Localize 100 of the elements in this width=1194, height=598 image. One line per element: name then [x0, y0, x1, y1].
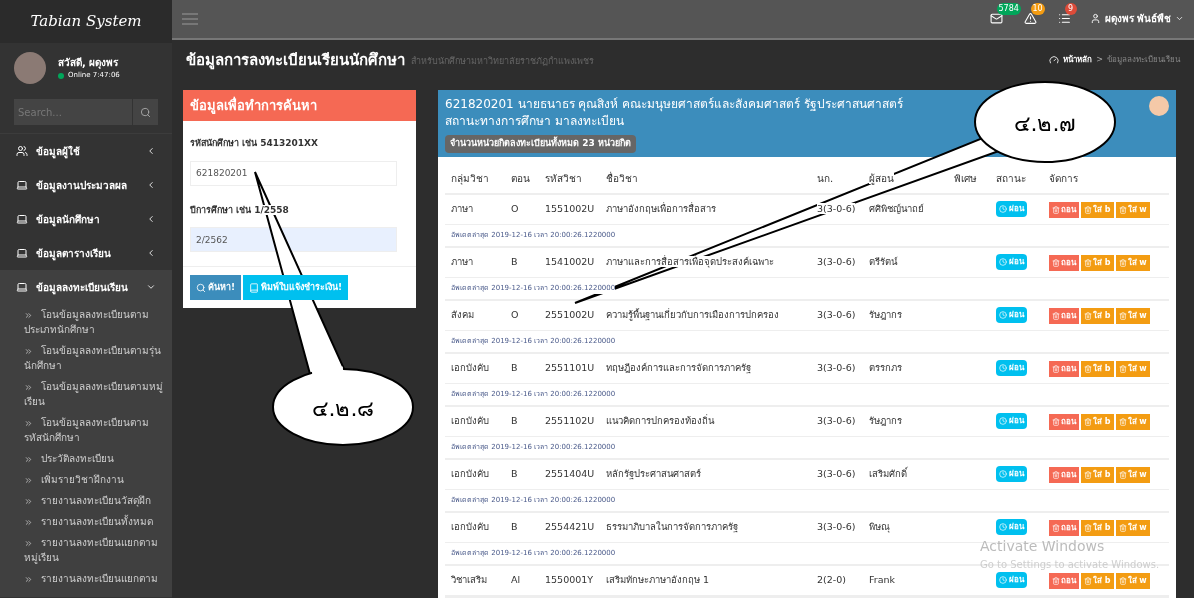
grade-button[interactable]: ใส่ w — [1115, 413, 1150, 430]
table-cell: 2551002U — [545, 309, 595, 321]
withdraw-button[interactable]: ถอน — [1049, 201, 1079, 218]
list-icon[interactable] — [1057, 12, 1071, 26]
table-cell: B — [511, 521, 518, 533]
sidebar-item[interactable]: ข้อมูลงานประมวลผล — [0, 168, 172, 202]
status-badge[interactable]: ผ่อน — [996, 201, 1027, 218]
envelope-icon[interactable] — [989, 12, 1003, 26]
avatar-placeholder — [1149, 96, 1169, 116]
breadcrumb-link[interactable]: หน้าหลัก — [1063, 53, 1093, 66]
submenu-item[interactable]: รายงานลงทะเบียนทั้งหมด — [0, 511, 172, 532]
withdraw-button[interactable]: ถอน — [1049, 519, 1079, 536]
laptop-icon — [16, 179, 28, 191]
grade-button[interactable]: ใส่ b — [1081, 466, 1114, 483]
column-header: สถานะ — [996, 172, 1026, 184]
user-icon — [1089, 13, 1101, 25]
table-cell: O — [511, 309, 519, 321]
chevron-left-icon — [146, 248, 156, 258]
student-title: 621820201 นายธนาธร คุณสิงห์ คณะมนุษยศาสตร์และสังคมศาสตร์ รัฐประศาสนศาสตร์ สถานะทางการศึกษา มาลงทะเบียน — [445, 97, 903, 128]
withdraw-button[interactable]: ถอน — [1049, 254, 1079, 271]
table-cell: 2(2-0) — [817, 574, 846, 586]
clock-icon — [999, 523, 1007, 532]
table-cell: ภาษาและการสื่อสารเพื่อจุดประสงค์เฉพาะ — [606, 256, 774, 268]
table-cell: 1551002U — [545, 203, 595, 215]
submenu-item[interactable]: โอนข้อมูลลงทะเบียนตามรุ่นนักศึกษา — [0, 340, 172, 376]
grade-button[interactable]: ใส่ w — [1115, 466, 1150, 483]
trash-icon — [1084, 576, 1092, 585]
field-label: ปีการศึกษา เช่น 1/2558 — [190, 204, 289, 215]
grade-button[interactable]: ใส่ w — [1115, 519, 1150, 536]
submenu-item[interactable]: รายงานลงทะเบียนแยกตามหมู่เรียน — [0, 532, 172, 568]
user-menu[interactable]: ผดุงพร พันธ์พืช — [1104, 11, 1171, 27]
trash-icon — [1118, 311, 1127, 320]
submenu-item[interactable]: โอนข้อมูลลงทะเบียนตามหมู่เรียน — [0, 376, 172, 412]
column-header: รหัสวิชา — [545, 172, 582, 184]
print-button[interactable]: พิมพ์ใบแจ้งชำระเงิน! — [243, 275, 349, 300]
input-field[interactable]: 2/2562 — [190, 227, 397, 252]
sidebar-item[interactable]: ข้อมูลนักศึกษา — [0, 202, 172, 236]
status-badge[interactable]: ผ่อน — [996, 519, 1027, 536]
status-badge[interactable]: ผ่อน — [996, 413, 1027, 430]
sidebar-item[interactable]: ข้อมูลผู้ใช้ — [0, 134, 172, 168]
column-header: จัดการ — [1049, 172, 1078, 184]
grade-button[interactable]: ใส่ w — [1115, 307, 1150, 324]
double-chevron-icon — [24, 418, 33, 428]
table-cell: 2551102U — [545, 415, 595, 427]
grade-button[interactable]: ใส่ b — [1081, 572, 1114, 589]
withdraw-button[interactable]: ถอน — [1049, 360, 1079, 377]
grade-button[interactable]: ใส่ w — [1115, 360, 1150, 377]
table-cell: B — [511, 468, 518, 480]
withdraw-button[interactable]: ถอน — [1049, 466, 1079, 483]
grade-button[interactable]: ใส่ b — [1081, 360, 1114, 377]
trash-icon — [1118, 417, 1127, 426]
table-cell: ธรรมาภิบาลในการจัดการภาครัฐ — [606, 521, 738, 533]
table-cell: เอกบังคับ — [451, 521, 489, 533]
table-cell: แนวคิดการปกครองท้องถิ่น — [606, 415, 714, 427]
sidebar-item[interactable]: ข้อมูลตารางเรียน — [0, 236, 172, 270]
status-badge[interactable]: ผ่อน — [996, 572, 1027, 589]
table-cell: ภาษาอังกฤษเพื่อการสื่อสาร — [606, 203, 716, 215]
withdraw-button[interactable]: ถอน — [1049, 572, 1079, 589]
sidebar-item[interactable]: ข้อมูลลงทะเบียนเรียน — [0, 270, 172, 304]
callout-label: ๔.๒.๗ — [1013, 111, 1077, 136]
search-button[interactable]: ค้นหา! — [190, 275, 242, 300]
trash-icon — [1052, 205, 1060, 214]
grade-button[interactable]: ใส่ w — [1115, 201, 1150, 218]
trash-icon — [1118, 364, 1127, 373]
grade-button[interactable]: ใส่ b — [1081, 413, 1114, 430]
trash-icon — [1118, 470, 1127, 479]
notification-count: 5784 — [996, 3, 1021, 16]
table-cell: ภาษา — [451, 203, 473, 215]
grade-button[interactable]: ใส่ b — [1081, 201, 1114, 218]
submenu-item[interactable]: ประวัติลงทะเบียน — [0, 448, 172, 469]
withdraw-button[interactable]: ถอน — [1049, 307, 1079, 324]
warning-icon[interactable] — [1023, 12, 1037, 26]
table-cell: ทฤษฎีองค์การและการจัดการภาครัฐ — [606, 362, 751, 374]
clock-icon — [999, 311, 1007, 320]
submenu-item[interactable]: โอนข้อมูลลงทะเบียนตามประเภทนักศึกษา — [0, 304, 172, 340]
submenu-item[interactable]: รายงานลงทะเบียนแยกตาม — [0, 568, 172, 589]
status-badge[interactable]: ผ่อน — [996, 254, 1027, 271]
withdraw-button[interactable]: ถอน — [1049, 413, 1079, 430]
table-cell: เสริมทักษะภาษาอังกฤษ 1 — [606, 574, 710, 586]
grade-button[interactable]: ใส่ b — [1081, 254, 1114, 271]
submenu-item[interactable]: โอนข้อมูลลงทะเบียนตามรหัสนักศึกษา — [0, 412, 172, 448]
submenu-item[interactable]: เพิ่มรายวิชาฝึกงาน — [0, 469, 172, 490]
table-cell: พิษณุ — [869, 521, 890, 533]
table-cell: 3(3-0-6) — [817, 468, 856, 480]
trash-icon — [1052, 576, 1060, 585]
grade-button[interactable]: ใส่ w — [1115, 254, 1150, 271]
trash-icon — [1052, 417, 1060, 426]
trash-icon — [1084, 470, 1092, 479]
grade-button[interactable]: ใส่ b — [1081, 307, 1114, 324]
grade-button[interactable]: ใส่ w — [1115, 572, 1150, 589]
submenu-item[interactable]: รายงานลงทะเบียนวัสดุฝึก — [0, 490, 172, 511]
double-chevron-icon — [24, 475, 33, 485]
search-button[interactable] — [132, 99, 158, 125]
input-field[interactable]: 621820201 — [190, 160, 397, 186]
status-badge[interactable]: ผ่อน — [996, 307, 1027, 324]
status-badge[interactable]: ผ่อน — [996, 360, 1027, 377]
grade-button[interactable]: ใส่ b — [1081, 519, 1114, 536]
trash-icon — [1052, 523, 1060, 532]
status-badge[interactable]: ผ่อน — [996, 466, 1027, 483]
avatar-placeholder — [14, 52, 46, 84]
